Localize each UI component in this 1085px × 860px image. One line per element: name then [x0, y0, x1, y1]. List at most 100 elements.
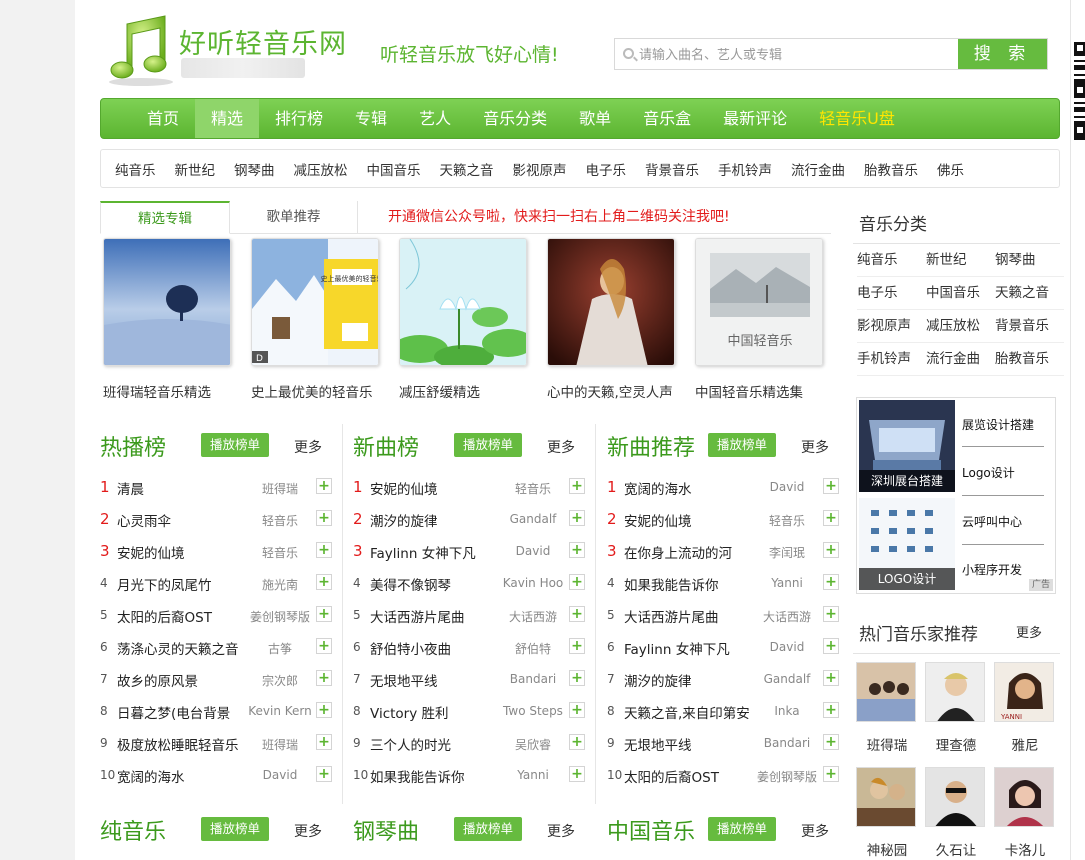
subnav-item[interactable]: 影视原声 — [513, 159, 567, 179]
subnav-item[interactable]: 佛乐 — [937, 159, 964, 179]
add-to-playlist-icon[interactable]: + — [316, 606, 332, 622]
more-link[interactable]: 更多 — [801, 821, 829, 841]
artist-name[interactable]: 班得瑞 — [856, 734, 918, 754]
ad-link[interactable]: 展览设计搭建 — [962, 416, 1034, 433]
album-card[interactable]: 史上最优美的轻音乐 D 史上最优美的轻音乐 — [251, 238, 381, 401]
song-row[interactable]: 5 大话西游片尾曲 大话西游 + — [353, 602, 593, 634]
song-artist[interactable]: 李闰珉 — [754, 544, 820, 561]
album-cover[interactable]: 史上最优美的轻音乐 D — [251, 238, 379, 366]
genre-link[interactable]: 天籁之音 — [995, 277, 1064, 310]
subnav-item[interactable]: 减压放松 — [294, 159, 348, 179]
add-to-playlist-icon[interactable]: + — [823, 478, 839, 494]
artist-card[interactable]: 理查德 — [925, 662, 987, 754]
tab-featured-albums[interactable]: 精选专辑 — [100, 201, 230, 234]
ad-image-logo[interactable]: LOGO设计 — [859, 498, 955, 590]
play-chart-button[interactable]: 播放榜单 — [708, 433, 776, 457]
song-row[interactable]: 7 无垠地平线 Bandari + — [353, 666, 593, 698]
search-input[interactable] — [639, 44, 957, 66]
song-title[interactable]: 月光下的凤尾竹 — [117, 574, 247, 594]
song-title[interactable]: 在你身上流动的河 — [624, 542, 754, 562]
artist-photo[interactable] — [856, 767, 916, 827]
play-chart-button[interactable]: 播放榜单 — [201, 433, 269, 457]
song-artist[interactable]: 大话西游 — [500, 608, 566, 625]
song-artist[interactable]: David — [754, 640, 820, 654]
artist-photo[interactable] — [925, 767, 985, 827]
artist-card[interactable]: 班得瑞 — [856, 662, 918, 754]
ad-link[interactable]: 云呼叫中心 — [962, 513, 1022, 530]
song-title[interactable]: 故乡的原风景 — [117, 670, 247, 690]
song-row[interactable]: 5 大话西游片尾曲 大话西游 + — [607, 602, 847, 634]
song-artist[interactable]: Bandari — [500, 672, 566, 686]
play-chart-button[interactable]: 播放榜单 — [201, 817, 269, 841]
search-button[interactable]: 搜 索 — [958, 39, 1047, 69]
song-title[interactable]: 宽阔的海水 — [117, 766, 247, 786]
genre-link[interactable]: 新世纪 — [926, 244, 995, 277]
subnav-item[interactable]: 中国音乐 — [367, 159, 421, 179]
subnav-item[interactable]: 胎教音乐 — [864, 159, 918, 179]
song-artist[interactable]: 轻音乐 — [247, 512, 313, 529]
site-name[interactable]: 好听轻音乐网 — [179, 22, 347, 61]
song-title[interactable]: 大话西游片尾曲 — [624, 606, 754, 626]
subnav-item[interactable]: 新世纪 — [175, 159, 216, 179]
song-artist[interactable]: 班得瑞 — [247, 480, 313, 497]
ad-link[interactable]: 小程序开发 — [962, 561, 1022, 578]
song-artist[interactable]: 姜创钢琴版 — [247, 608, 313, 625]
song-row[interactable]: 2 潮汐的旋律 Gandalf + — [353, 506, 593, 538]
song-row[interactable]: 4 如果我能告诉你 Yanni + — [607, 570, 847, 602]
album-card[interactable]: 心中的天籁,空灵人声 — [547, 238, 677, 401]
subnav-item[interactable]: 流行金曲 — [791, 159, 845, 179]
album-cover[interactable] — [103, 238, 231, 366]
song-artist[interactable]: 姜创钢琴版 — [754, 768, 820, 785]
album-title[interactable]: 史上最优美的轻音乐 — [251, 381, 381, 401]
song-row[interactable]: 7 故乡的原风景 宗次郎 + — [100, 666, 340, 698]
song-row[interactable]: 3 安妮的仙境 轻音乐 + — [100, 538, 340, 570]
song-row[interactable]: 10 宽阔的海水 David + — [100, 762, 340, 794]
song-row[interactable]: 2 心灵雨伞 轻音乐 + — [100, 506, 340, 538]
artist-photo[interactable] — [856, 662, 916, 722]
song-title[interactable]: 无垠地平线 — [370, 670, 500, 690]
add-to-playlist-icon[interactable]: + — [316, 734, 332, 750]
subnav-item[interactable]: 背景音乐 — [645, 159, 699, 179]
subnav-item[interactable]: 钢琴曲 — [234, 159, 275, 179]
song-row[interactable]: 2 安妮的仙境 轻音乐 + — [607, 506, 847, 538]
artist-name[interactable]: 雅尼 — [994, 734, 1056, 754]
artist-name[interactable]: 卡洛儿 — [994, 839, 1056, 859]
song-artist[interactable]: 轻音乐 — [754, 512, 820, 529]
song-artist[interactable]: 班得瑞 — [247, 736, 313, 753]
add-to-playlist-icon[interactable]: + — [569, 766, 585, 782]
more-link[interactable]: 更多 — [801, 437, 829, 457]
song-title[interactable]: 舒伯特小夜曲 — [370, 638, 500, 658]
song-row[interactable]: 6 Faylinn 女神下凡 David + — [607, 634, 847, 666]
song-artist[interactable]: Inka — [754, 704, 820, 718]
song-row[interactable]: 10 太阳的后裔OST 姜创钢琴版 + — [607, 762, 847, 794]
song-artist[interactable]: Gandalf — [500, 512, 566, 526]
song-title[interactable]: 天籁之音,来自印第安 — [624, 702, 754, 722]
song-title[interactable]: 无垠地平线 — [624, 734, 754, 754]
song-row[interactable]: 9 极度放松睡眠轻音乐 班得瑞 + — [100, 730, 340, 762]
album-cover[interactable] — [547, 238, 675, 366]
song-row[interactable]: 6 舒伯特小夜曲 舒伯特 + — [353, 634, 593, 666]
add-to-playlist-icon[interactable]: + — [316, 638, 332, 654]
add-to-playlist-icon[interactable]: + — [569, 478, 585, 494]
album-title[interactable]: 心中的天籁,空灵人声 — [547, 381, 677, 401]
add-to-playlist-icon[interactable]: + — [823, 702, 839, 718]
song-artist[interactable]: David — [500, 544, 566, 558]
song-artist[interactable]: Yanni — [754, 576, 820, 590]
album-card[interactable]: 中国轻音乐 中国轻音乐精选集 — [695, 238, 825, 401]
song-row[interactable]: 7 潮汐的旋律 Gandalf + — [607, 666, 847, 698]
add-to-playlist-icon[interactable]: + — [569, 574, 585, 590]
song-row[interactable]: 8 天籁之音,来自印第安 Inka + — [607, 698, 847, 730]
more-link[interactable]: 更多 — [547, 437, 575, 457]
song-artist[interactable]: 轻音乐 — [247, 544, 313, 561]
song-title[interactable]: 如果我能告诉你 — [624, 574, 754, 594]
genre-link[interactable]: 纯音乐 — [857, 244, 926, 277]
artist-card[interactable]: 神秘园 — [856, 767, 918, 859]
nav-item-music-box[interactable]: 音乐盒 — [627, 99, 707, 138]
subnav-item[interactable]: 纯音乐 — [115, 159, 156, 179]
song-row[interactable]: 3 在你身上流动的河 李闰珉 + — [607, 538, 847, 570]
artist-name[interactable]: 理查德 — [925, 734, 987, 754]
add-to-playlist-icon[interactable]: + — [316, 542, 332, 558]
add-to-playlist-icon[interactable]: + — [569, 542, 585, 558]
ad-image-booth[interactable]: 深圳展台搭建 — [859, 400, 955, 492]
song-title[interactable]: 太阳的后裔OST — [624, 766, 754, 786]
